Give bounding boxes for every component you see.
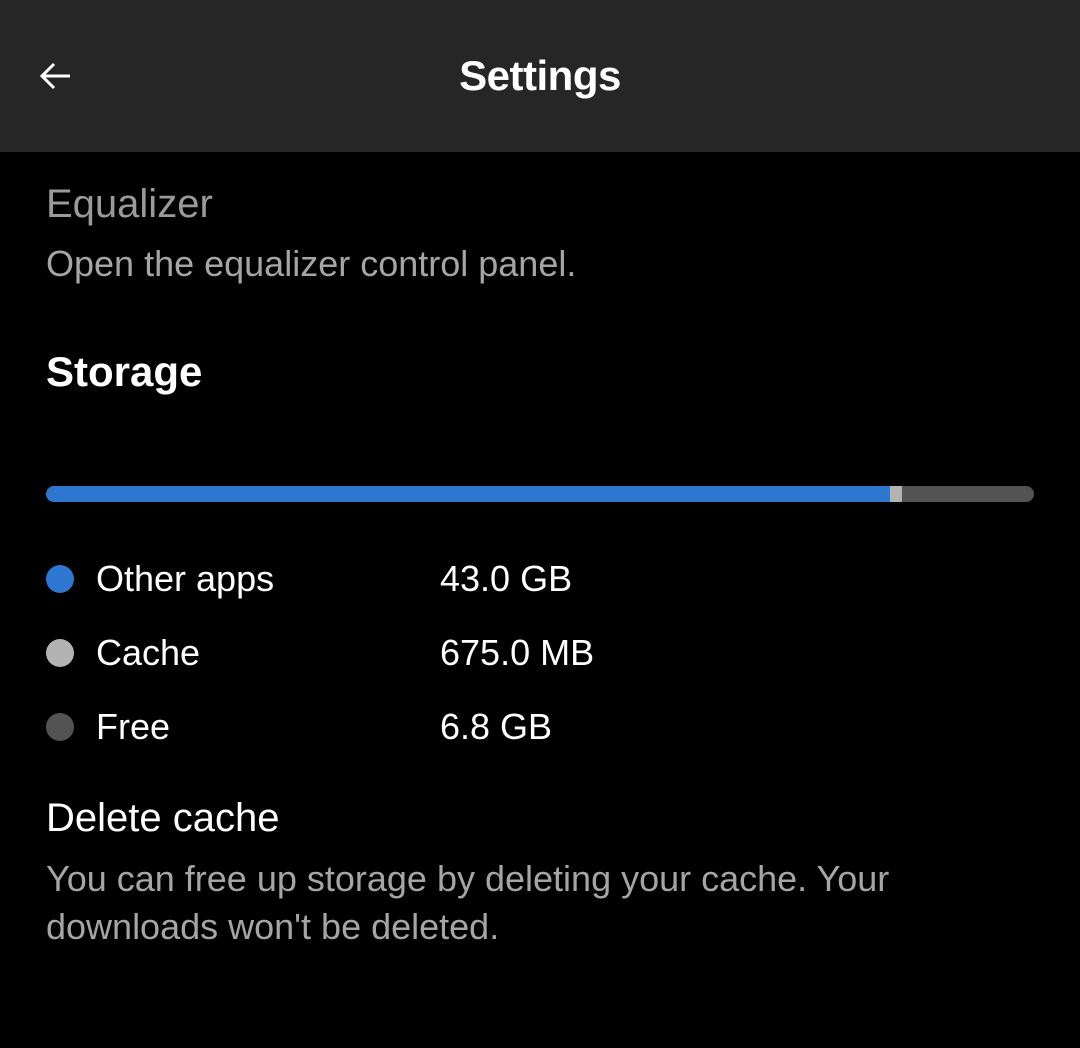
legend-label-other: Other apps bbox=[96, 558, 440, 600]
legend-row-free: Free 6.8 GB bbox=[46, 706, 1034, 748]
storage-bar-free bbox=[902, 486, 1034, 502]
equalizer-item[interactable]: Equalizer Open the equalizer control pan… bbox=[46, 182, 1034, 288]
legend-value-cache: 675.0 MB bbox=[440, 632, 594, 674]
storage-bar-other bbox=[46, 486, 890, 502]
legend-value-free: 6.8 GB bbox=[440, 706, 552, 748]
legend-label-free: Free bbox=[96, 706, 440, 748]
delete-cache-title: Delete cache bbox=[46, 796, 1034, 841]
storage-bar bbox=[46, 486, 1034, 502]
legend-dot-cache-icon bbox=[46, 639, 74, 667]
delete-cache-item[interactable]: Delete cache You can free up storage by … bbox=[46, 796, 1034, 952]
legend-label-cache: Cache bbox=[96, 632, 440, 674]
legend-row-cache: Cache 675.0 MB bbox=[46, 632, 1034, 674]
legend-row-other: Other apps 43.0 GB bbox=[46, 558, 1034, 600]
content-area: Equalizer Open the equalizer control pan… bbox=[0, 152, 1080, 952]
storage-bar-cache bbox=[890, 486, 902, 502]
equalizer-description: Open the equalizer control panel. bbox=[46, 241, 1034, 288]
header-bar: Settings bbox=[0, 0, 1080, 152]
storage-heading: Storage bbox=[46, 348, 1034, 396]
back-arrow-icon bbox=[32, 52, 80, 100]
delete-cache-description: You can free up storage by deleting your… bbox=[46, 855, 1034, 952]
page-title: Settings bbox=[459, 52, 621, 100]
storage-legend: Other apps 43.0 GB Cache 675.0 MB Free 6… bbox=[46, 558, 1034, 748]
legend-dot-free-icon bbox=[46, 713, 74, 741]
equalizer-title: Equalizer bbox=[46, 182, 1034, 227]
legend-value-other: 43.0 GB bbox=[440, 558, 572, 600]
back-button[interactable] bbox=[32, 52, 80, 100]
legend-dot-other-icon bbox=[46, 565, 74, 593]
